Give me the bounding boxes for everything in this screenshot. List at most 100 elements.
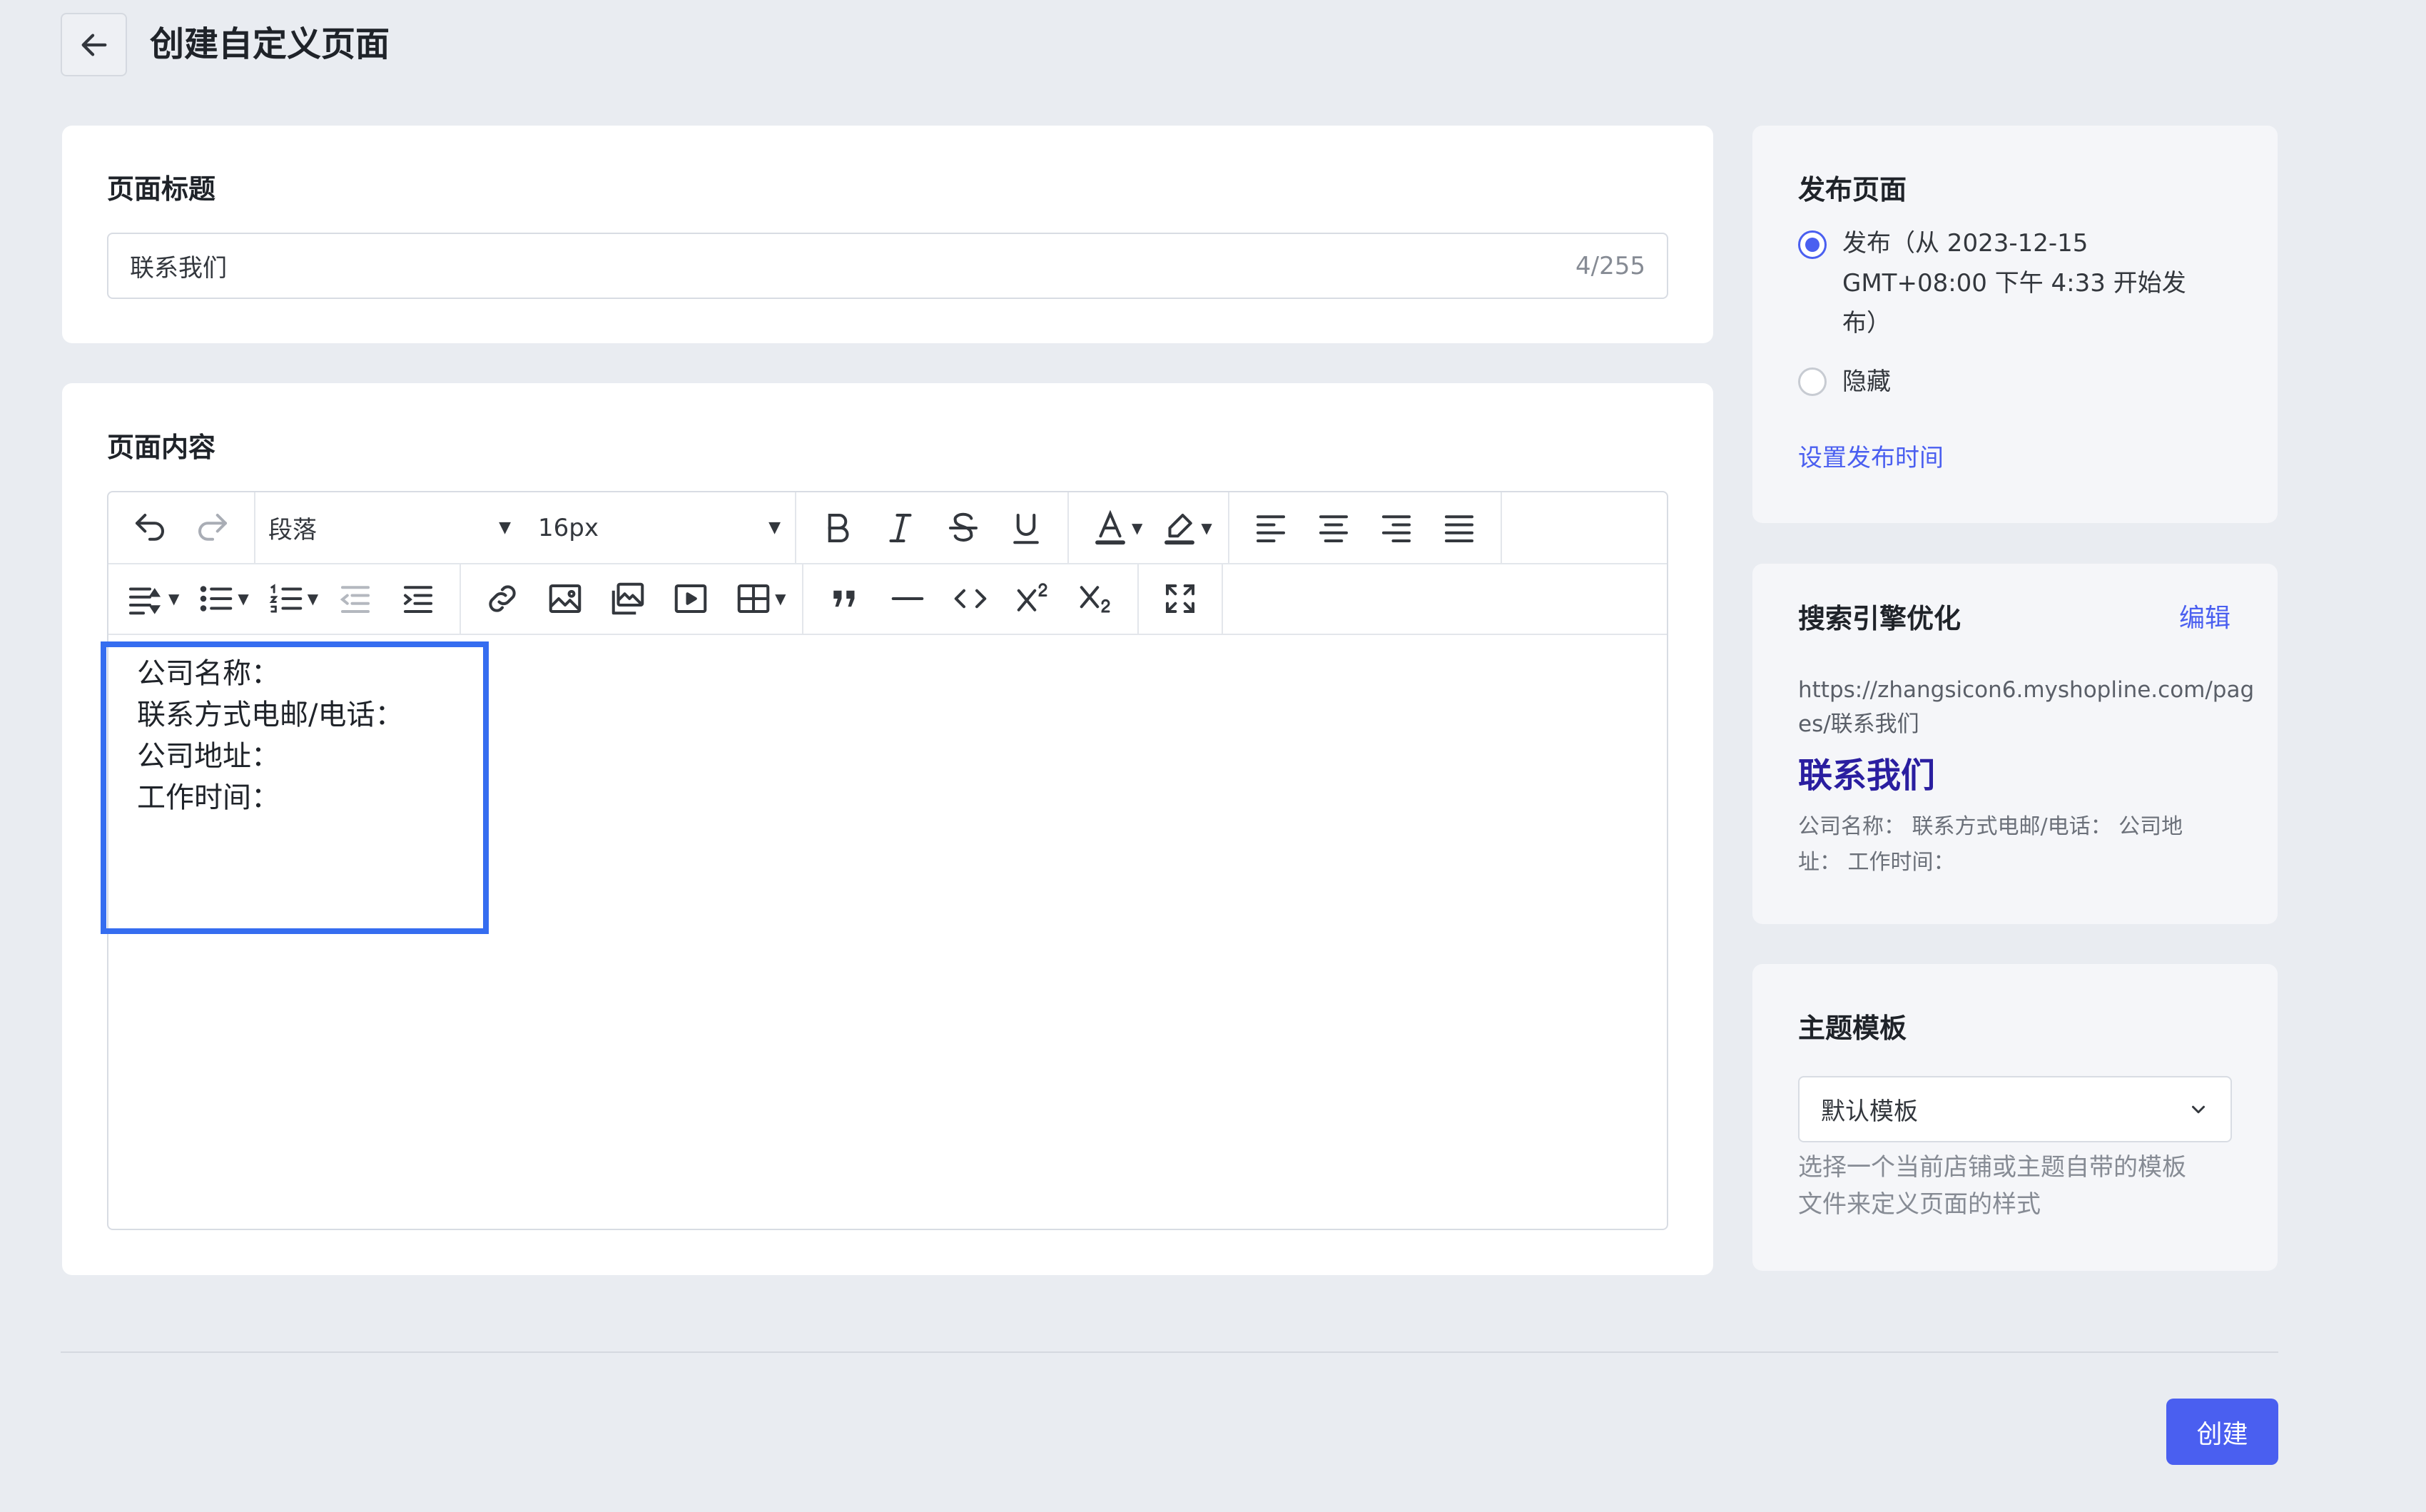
insert-image-button[interactable] (534, 567, 597, 630)
fullscreen-button[interactable] (1149, 567, 1212, 630)
caret-down-icon[interactable]: ▼ (168, 590, 179, 607)
code-icon (954, 589, 986, 608)
redo-button[interactable] (181, 497, 244, 559)
publish-option-line: GMT+08:00 下午 4:33 开始发 (1842, 269, 2186, 298)
text-style-group (796, 492, 1069, 563)
indent-icon (404, 585, 433, 613)
publish-option-line: 发布（从 2023-12-15 (1842, 229, 2089, 258)
table-icon (737, 584, 770, 613)
seo-description-line: 址： 工作时间： (1798, 850, 1955, 875)
align-justify-button[interactable] (1428, 497, 1491, 559)
insert-video-button[interactable] (659, 567, 722, 630)
view-group (1139, 563, 1223, 634)
page-title-value: 联系我们 (130, 254, 227, 283)
align-group (1229, 492, 1502, 563)
page-title-label: 页面标题 (107, 173, 216, 205)
subscript-button[interactable] (1065, 567, 1127, 630)
format-group: 段落 ▼ 16px ▼ (255, 492, 796, 563)
selection-highlight-box (101, 641, 489, 934)
seo-url-line: es/联系我们 (1798, 711, 1919, 737)
caret-down-icon: ▼ (768, 519, 781, 537)
font-color-icon (1095, 509, 1125, 544)
footer-divider (61, 1351, 2278, 1353)
seo-preview-title: 联系我们 (1798, 756, 1936, 796)
caret-down-icon[interactable]: ▼ (238, 590, 248, 607)
align-left-button[interactable] (1239, 497, 1302, 559)
seo-preview-description: 公司名称： 联系方式电邮/电话： 公司地 址： 工作时间： (1798, 809, 2183, 881)
undo-button[interactable] (118, 497, 181, 559)
insert-group: ▼ (461, 563, 803, 634)
publish-radio[interactable] (1798, 230, 1827, 259)
align-left-icon (1256, 514, 1285, 542)
insert-gallery-button[interactable] (597, 567, 659, 630)
seo-heading: 搜索引擎优化 (1798, 603, 1961, 634)
arrow-left-icon (81, 33, 106, 56)
hide-option-label[interactable]: 隐藏 (1842, 362, 1891, 402)
indent-decrease-button[interactable] (324, 567, 387, 630)
page-title-input[interactable]: 联系我们 4/255 (107, 233, 1668, 299)
seo-description-line: 公司名称： 联系方式电邮/电话： 公司地 (1798, 814, 2183, 839)
list-group: ▼ ▼ ▼ (108, 563, 462, 634)
caret-down-icon[interactable]: ▼ (775, 590, 786, 607)
align-justify-icon (1444, 514, 1473, 542)
toolbar-row-2: ▼ ▼ ▼ ▼ (108, 563, 1667, 635)
chevron-down-icon (2192, 1105, 2205, 1113)
quote-icon (833, 590, 855, 607)
theme-help-line: 文件来定义页面的样式 (1798, 1190, 2041, 1219)
indent-increase-button[interactable] (387, 567, 450, 630)
seo-edit-link[interactable]: 编辑 (2179, 601, 2230, 636)
theme-template-help: 选择一个当前店铺或主题自带的模板 文件来定义页面的样式 (1798, 1149, 2186, 1223)
theme-help-line: 选择一个当前店铺或主题自带的模板 (1798, 1153, 2186, 1182)
link-icon (489, 584, 516, 612)
bullet-list-icon (201, 585, 233, 612)
subscript-icon (1080, 585, 1110, 612)
video-icon (674, 584, 707, 613)
page-title: 创建自定义页面 (150, 24, 390, 64)
numbered-list-icon (269, 583, 303, 612)
toolbar-row-1: 段落 ▼ 16px ▼ ▼ ▼ (108, 492, 1667, 564)
caret-down-icon[interactable]: ▼ (1201, 519, 1212, 537)
insert-link-button[interactable] (471, 567, 534, 630)
theme-template-value: 默认模板 (1821, 1097, 1918, 1126)
theme-template-select[interactable]: 默认模板 (1798, 1076, 2232, 1142)
underline-button[interactable] (995, 497, 1057, 559)
image-icon (549, 584, 582, 613)
blockquote-button[interactable] (813, 567, 876, 630)
superscript-icon (1017, 582, 1047, 612)
horizontal-rule-icon (891, 597, 923, 600)
superscript-button[interactable] (1002, 567, 1065, 630)
align-center-button[interactable] (1302, 497, 1365, 559)
align-center-icon (1319, 514, 1348, 542)
outdent-icon (340, 585, 370, 613)
font-size-select[interactable]: 16px ▼ (525, 514, 795, 542)
code-button[interactable] (939, 567, 1002, 630)
caret-down-icon[interactable]: ▼ (1132, 519, 1142, 537)
publish-option-line: 布） (1842, 309, 1891, 338)
undo-icon (135, 513, 164, 541)
underline-icon (1013, 513, 1039, 544)
paragraph-style-select[interactable]: 段落 ▼ (255, 510, 525, 545)
set-publish-time-link[interactable]: 设置发布时间 (1798, 438, 1944, 478)
seo-url: https://zhangsicon6.myshopline.com/pag e… (1798, 673, 2254, 741)
create-button[interactable]: 创建 (2166, 1399, 2278, 1465)
gallery-icon (611, 582, 644, 614)
theme-template-heading: 主题模板 (1798, 1013, 1907, 1044)
publish-option-label[interactable]: 发布（从 2023-12-15 GMT+08:00 下午 4:33 开始发 布） (1842, 223, 2186, 343)
caret-down-icon[interactable]: ▼ (308, 590, 318, 607)
history-group (108, 492, 255, 563)
fullscreen-icon (1165, 584, 1194, 613)
bold-button[interactable] (806, 497, 869, 559)
hide-radio[interactable] (1798, 367, 1827, 396)
italic-button[interactable] (869, 497, 932, 559)
horizontal-rule-button[interactable] (876, 567, 939, 630)
align-right-button[interactable] (1365, 497, 1428, 559)
line-height-button[interactable] (118, 567, 168, 630)
font-size-value: 16px (538, 513, 599, 542)
strikethrough-button[interactable] (932, 497, 995, 559)
back-button[interactable] (61, 13, 127, 76)
page-content-label: 页面内容 (107, 432, 216, 463)
strikethrough-icon (948, 512, 978, 542)
color-group: ▼ ▼ (1069, 492, 1229, 563)
redo-icon (198, 513, 228, 541)
caret-down-icon: ▼ (499, 519, 511, 537)
